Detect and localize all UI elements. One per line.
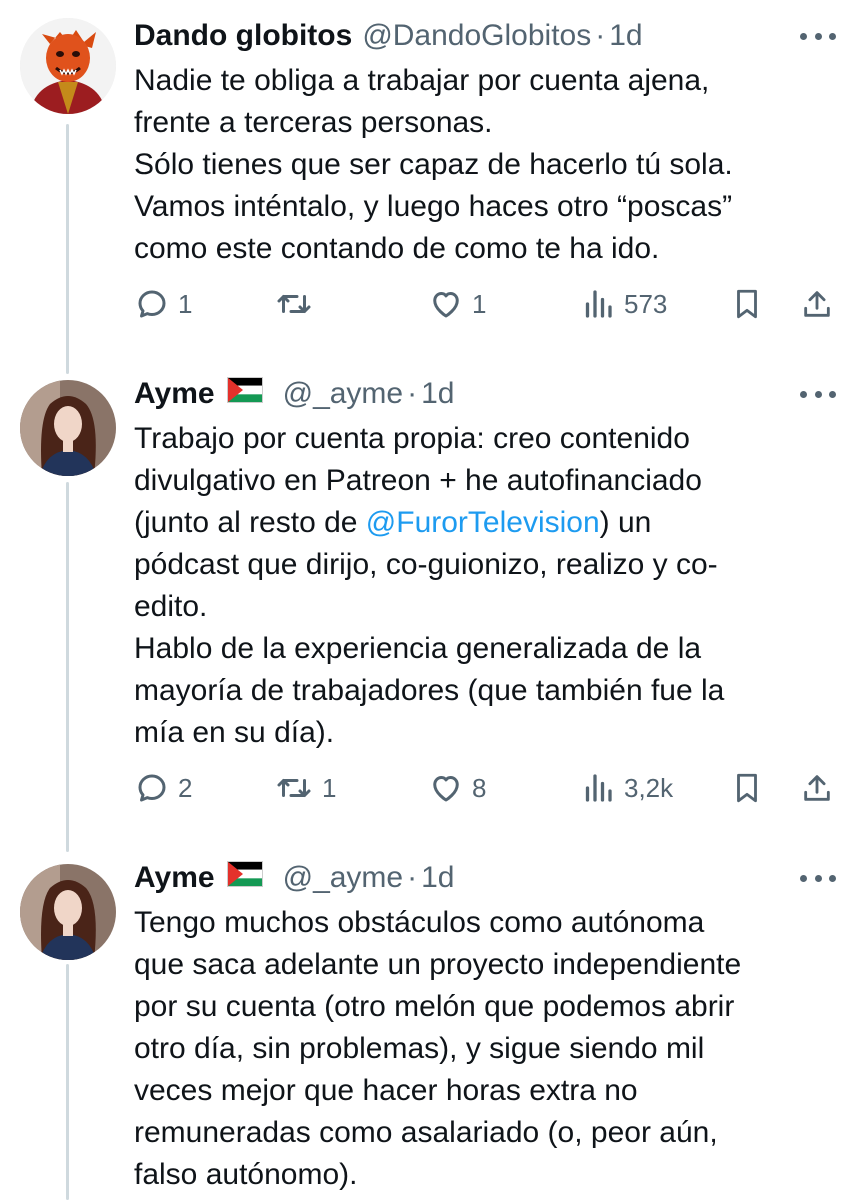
flag-icon bbox=[226, 861, 263, 895]
like-button[interactable]: 1 bbox=[428, 282, 486, 326]
text-fragment: (junto al resto de bbox=[134, 506, 366, 539]
user-handle[interactable]: @DandoGlobitos bbox=[362, 19, 591, 53]
reply-icon bbox=[138, 774, 166, 802]
action-bar: 2 1 8 3,2k bbox=[134, 766, 834, 810]
more-icon[interactable] bbox=[800, 870, 836, 886]
avatar-image bbox=[20, 864, 116, 960]
reply-count: 2 bbox=[178, 772, 193, 803]
text-line: edito. bbox=[134, 590, 208, 623]
reply-button[interactable]: 2 bbox=[134, 766, 192, 810]
timestamp[interactable]: 1d bbox=[421, 861, 454, 895]
tweet-text: Trabajo por cuenta propia: creo contenid… bbox=[134, 418, 834, 754]
tweet-header: Ayme @_ayme · 1d bbox=[134, 372, 454, 416]
separator-dot: · bbox=[595, 19, 606, 52]
display-name[interactable]: Ayme bbox=[134, 861, 215, 895]
bookmark-button[interactable] bbox=[730, 766, 764, 810]
text-line: otro día, sin problemas), y sigue siendo… bbox=[134, 1032, 705, 1065]
text-fragment: ) un bbox=[599, 506, 652, 539]
views-icon bbox=[585, 774, 612, 802]
avatar[interactable] bbox=[20, 864, 116, 960]
like-count: 1 bbox=[472, 288, 487, 319]
user-handle[interactable]: @_ayme bbox=[283, 377, 404, 411]
action-bar: 1 1 573 bbox=[134, 282, 834, 326]
user-handle[interactable]: @_ayme bbox=[283, 861, 404, 895]
display-name[interactable]: Ayme bbox=[134, 377, 215, 411]
more-icon[interactable] bbox=[800, 386, 836, 402]
avatar[interactable] bbox=[20, 380, 116, 476]
timestamp[interactable]: 1d bbox=[609, 19, 642, 53]
text-line: Tengo muchos obstáculos como autónoma bbox=[134, 906, 705, 939]
share-icon bbox=[804, 775, 830, 801]
flag-icon bbox=[226, 377, 263, 411]
text-line: divulgativo en Patreon + he autofinancia… bbox=[134, 464, 702, 497]
text-line: pódcast que dirijo, co-guionizo, realizo… bbox=[134, 548, 718, 581]
avatar-image bbox=[20, 18, 116, 114]
separator-dot: · bbox=[407, 377, 418, 410]
timestamp[interactable]: 1d bbox=[421, 377, 454, 411]
text-line: remuneradas como asalariado (o, peor aún… bbox=[134, 1116, 718, 1149]
tweet[interactable]: Ayme @_ayme · 1d Trabajo por cuenta prop… bbox=[0, 372, 857, 832]
repost-button[interactable]: 1 bbox=[274, 766, 336, 810]
bookmark-button[interactable] bbox=[730, 282, 764, 326]
tweet[interactable]: Ayme @_ayme · 1d Tengo muchos obstáculos… bbox=[0, 856, 857, 1200]
tweet-text: Tengo muchos obstáculos como autónoma qu… bbox=[134, 902, 834, 1196]
text-line: (junto al resto de @FurorTelevision) un bbox=[134, 502, 834, 544]
views-count: 573 bbox=[624, 288, 668, 319]
more-icon[interactable] bbox=[800, 28, 836, 44]
repost-button[interactable] bbox=[274, 282, 322, 326]
separator-dot: · bbox=[407, 861, 418, 894]
tweet-text: Nadie te obliga a trabajar por cuenta aj… bbox=[134, 60, 834, 270]
heart-icon bbox=[433, 292, 459, 318]
repost-count: 1 bbox=[322, 772, 337, 803]
repost-icon bbox=[277, 779, 311, 797]
display-name[interactable]: Dando globitos bbox=[134, 19, 352, 53]
text-line: mayoría de trabajadores (que también fue… bbox=[134, 674, 725, 707]
text-line: Trabajo por cuenta propia: creo contenid… bbox=[134, 422, 690, 455]
share-button[interactable] bbox=[800, 282, 834, 326]
repost-icon bbox=[277, 295, 311, 313]
text-line: falso autónomo). bbox=[134, 1158, 358, 1191]
mention-link[interactable]: @FurorTelevision bbox=[366, 506, 600, 539]
share-icon bbox=[804, 291, 830, 317]
heart-icon bbox=[433, 776, 459, 802]
share-button[interactable] bbox=[800, 766, 834, 810]
text-line: frente a terceras personas. bbox=[134, 106, 493, 139]
text-line: como este contando de como te ha ido. bbox=[134, 232, 660, 265]
text-line: veces mejor que hacer horas extra no bbox=[134, 1074, 638, 1107]
like-count: 8 bbox=[472, 772, 487, 803]
reply-button[interactable]: 1 bbox=[134, 282, 192, 326]
like-button[interactable]: 8 bbox=[428, 766, 486, 810]
avatar[interactable] bbox=[20, 18, 116, 114]
text-line: Nadie te obliga a trabajar por cuenta aj… bbox=[134, 64, 710, 97]
reply-count: 1 bbox=[178, 288, 193, 319]
views-button[interactable]: 3,2k bbox=[580, 766, 673, 810]
bookmark-icon bbox=[737, 289, 757, 319]
views-count: 3,2k bbox=[624, 772, 674, 803]
text-line: mía en su día). bbox=[134, 716, 335, 749]
reply-icon bbox=[138, 290, 166, 318]
text-line: que saca adelante un proyecto independie… bbox=[134, 948, 742, 981]
text-line: Sólo tienes que ser capaz de hacerlo tú … bbox=[134, 148, 733, 181]
views-button[interactable]: 573 bbox=[580, 282, 667, 326]
text-line: por su cuenta (otro melón que podemos ab… bbox=[134, 990, 735, 1023]
avatar-image bbox=[20, 380, 116, 476]
text-line: Vamos inténtalo, y luego haces otro “pos… bbox=[134, 190, 733, 223]
tweet-header: Dando globitos @DandoGlobitos · 1d bbox=[134, 14, 643, 58]
text-line: Hablo de la experiencia generalizada de … bbox=[134, 632, 702, 665]
tweet-header: Ayme @_ayme · 1d bbox=[134, 856, 454, 900]
views-icon bbox=[585, 290, 612, 318]
bookmark-icon bbox=[737, 773, 757, 803]
tweet[interactable]: Dando globitos @DandoGlobitos · 1d Nadie… bbox=[0, 0, 857, 350]
